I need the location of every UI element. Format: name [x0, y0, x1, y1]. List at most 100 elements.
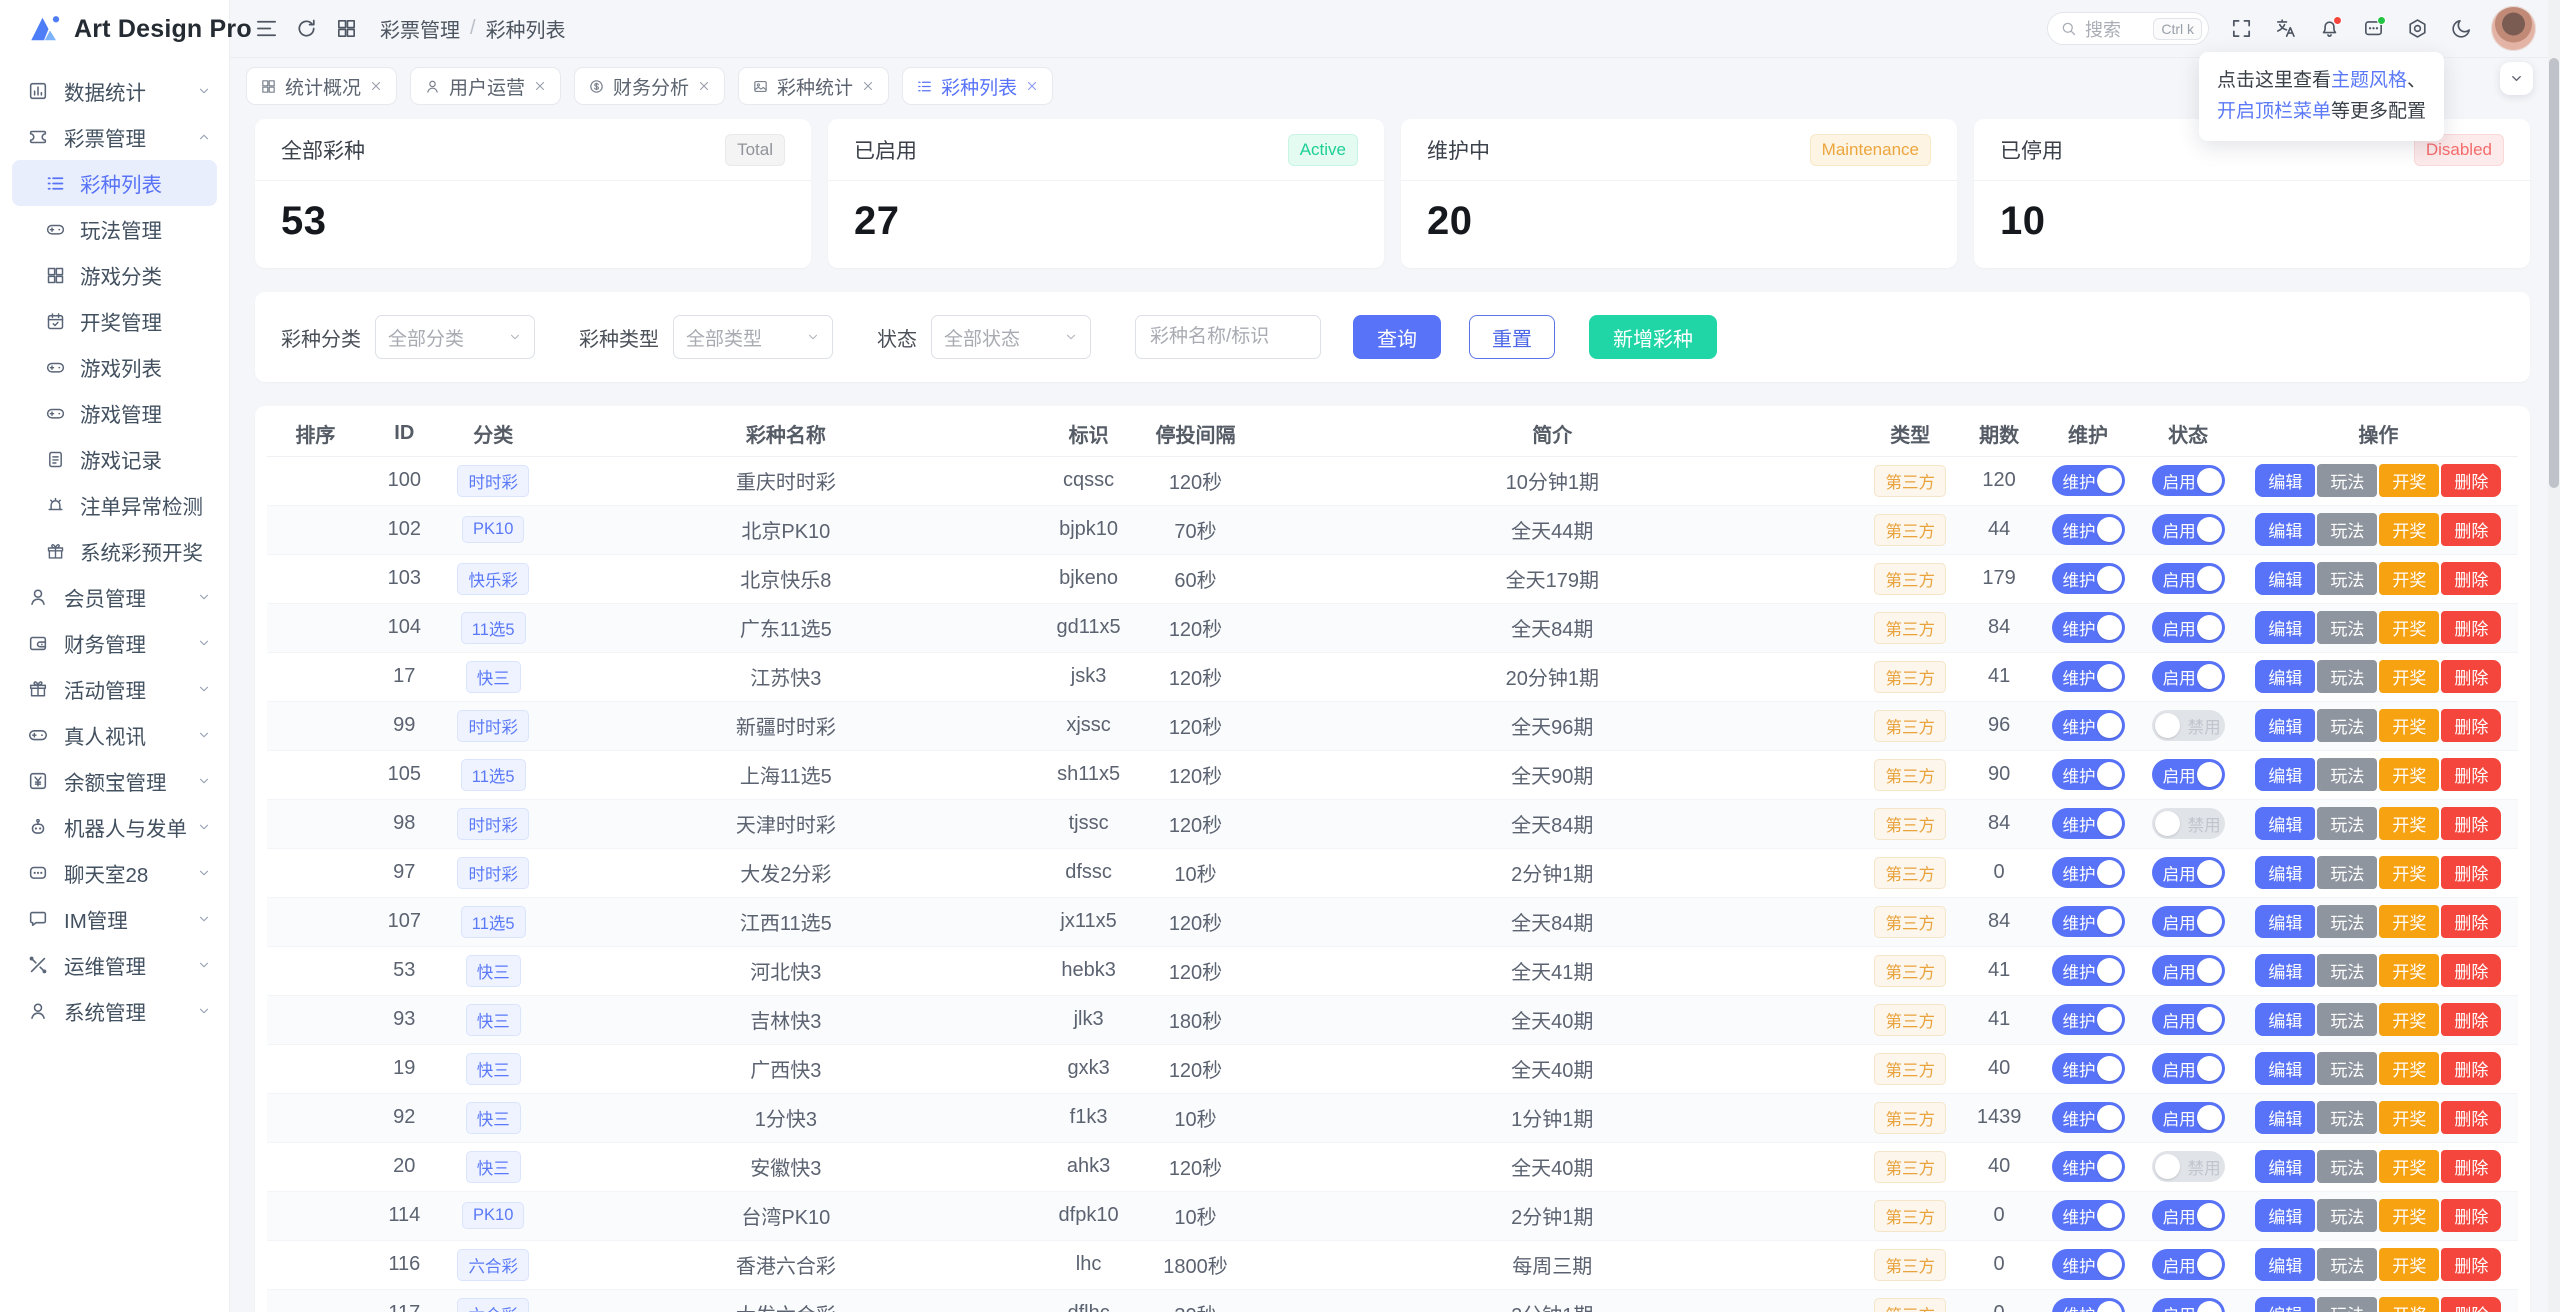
- sidebar-group-彩票管理[interactable]: 彩票管理: [0, 114, 229, 160]
- notification-bell-button[interactable]: [2307, 7, 2351, 51]
- draw-button[interactable]: 开奖: [2379, 709, 2439, 742]
- delete-button[interactable]: 删除: [2441, 1199, 2501, 1232]
- maintain-toggle[interactable]: 维护: [2052, 1200, 2125, 1231]
- maintain-toggle[interactable]: 维护: [2052, 857, 2125, 888]
- edit-button[interactable]: 编辑: [2255, 562, 2315, 595]
- delete-button[interactable]: 删除: [2441, 905, 2501, 938]
- sidebar-group-系统管理[interactable]: 系统管理: [0, 988, 229, 1034]
- user-avatar[interactable]: [2491, 6, 2536, 51]
- delete-button[interactable]: 删除: [2441, 1248, 2501, 1281]
- maintain-toggle[interactable]: 维护: [2052, 710, 2125, 741]
- status-toggle[interactable]: 启用: [2152, 857, 2225, 888]
- maintain-toggle[interactable]: 维护: [2052, 1053, 2125, 1084]
- draw-button[interactable]: 开奖: [2379, 758, 2439, 791]
- maintain-toggle[interactable]: 维护: [2052, 563, 2125, 594]
- sidebar-group-数据统计[interactable]: 数据统计: [0, 68, 229, 114]
- delete-button[interactable]: 删除: [2441, 954, 2501, 987]
- sidebar-group-机器人与发单[interactable]: 机器人与发单: [0, 804, 229, 850]
- edit-button[interactable]: 编辑: [2255, 1150, 2315, 1183]
- close-icon[interactable]: [533, 79, 547, 93]
- draw-button[interactable]: 开奖: [2379, 905, 2439, 938]
- tab-彩种统计[interactable]: 彩种统计: [738, 67, 889, 105]
- sort-cell[interactable]: [267, 603, 364, 652]
- play-rules-button[interactable]: 玩法: [2317, 660, 2377, 693]
- sidebar-group-运维管理[interactable]: 运维管理: [0, 942, 229, 988]
- draw-button[interactable]: 开奖: [2379, 513, 2439, 546]
- status-toggle[interactable]: 启用: [2152, 906, 2225, 937]
- maintain-toggle[interactable]: 维护: [2052, 1298, 2125, 1312]
- draw-button[interactable]: 开奖: [2379, 954, 2439, 987]
- maintain-toggle[interactable]: 维护: [2052, 612, 2125, 643]
- status-toggle[interactable]: 启用: [2152, 514, 2225, 545]
- sort-cell[interactable]: [267, 799, 364, 848]
- edit-button[interactable]: 编辑: [2255, 709, 2315, 742]
- tab-财务分析[interactable]: 财务分析: [574, 67, 725, 105]
- refresh-button[interactable]: [286, 9, 326, 49]
- sidebar-item-游戏管理[interactable]: 游戏管理: [12, 390, 217, 436]
- edit-button[interactable]: 编辑: [2255, 1052, 2315, 1085]
- status-toggle[interactable]: 启用: [2152, 1249, 2225, 1280]
- edit-button[interactable]: 编辑: [2255, 1199, 2315, 1232]
- page-scrollbar[interactable]: [2548, 0, 2560, 1312]
- delete-button[interactable]: 删除: [2441, 807, 2501, 840]
- draw-button[interactable]: 开奖: [2379, 1003, 2439, 1036]
- draw-button[interactable]: 开奖: [2379, 1150, 2439, 1183]
- breadcrumb-section[interactable]: 彩票管理: [380, 14, 460, 43]
- sidebar-group-真人视讯[interactable]: 真人视讯: [0, 712, 229, 758]
- sort-cell[interactable]: [267, 1191, 364, 1240]
- sidebar-item-注单异常检测[interactable]: 注单异常检测: [12, 482, 217, 528]
- add-lottery-button[interactable]: 新增彩种: [1589, 315, 1717, 359]
- close-icon[interactable]: [861, 79, 875, 93]
- apps-button[interactable]: [326, 9, 366, 49]
- draw-button[interactable]: 开奖: [2379, 464, 2439, 497]
- status-toggle[interactable]: 启用: [2152, 1200, 2225, 1231]
- reset-button[interactable]: 重置: [1469, 315, 1555, 359]
- global-search-input[interactable]: 搜索 Ctrl k: [2047, 12, 2209, 45]
- status-toggle[interactable]: 启用: [2152, 1102, 2225, 1133]
- maintain-toggle[interactable]: 维护: [2052, 1151, 2125, 1182]
- status-toggle[interactable]: 启用: [2152, 1053, 2225, 1084]
- edit-button[interactable]: 编辑: [2255, 1003, 2315, 1036]
- status-toggle[interactable]: 启用: [2152, 1298, 2225, 1312]
- delete-button[interactable]: 删除: [2441, 611, 2501, 644]
- maintain-toggle[interactable]: 维护: [2052, 661, 2125, 692]
- draw-button[interactable]: 开奖: [2379, 611, 2439, 644]
- play-rules-button[interactable]: 玩法: [2317, 856, 2377, 889]
- sidebar-item-玩法管理[interactable]: 玩法管理: [12, 206, 217, 252]
- play-rules-button[interactable]: 玩法: [2317, 1101, 2377, 1134]
- draw-button[interactable]: 开奖: [2379, 807, 2439, 840]
- status-toggle[interactable]: 启用: [2152, 612, 2225, 643]
- sort-cell[interactable]: [267, 652, 364, 701]
- draw-button[interactable]: 开奖: [2379, 660, 2439, 693]
- status-toggle[interactable]: 启用: [2152, 563, 2225, 594]
- maintain-toggle[interactable]: 维护: [2052, 808, 2125, 839]
- play-rules-button[interactable]: 玩法: [2317, 1150, 2377, 1183]
- sort-cell[interactable]: [267, 1240, 364, 1289]
- edit-button[interactable]: 编辑: [2255, 1248, 2315, 1281]
- play-rules-button[interactable]: 玩法: [2317, 1297, 2377, 1312]
- play-rules-button[interactable]: 玩法: [2317, 513, 2377, 546]
- play-rules-button[interactable]: 玩法: [2317, 954, 2377, 987]
- status-toggle[interactable]: 启用: [2152, 955, 2225, 986]
- message-button[interactable]: [2351, 7, 2395, 51]
- delete-button[interactable]: 删除: [2441, 660, 2501, 693]
- delete-button[interactable]: 删除: [2441, 758, 2501, 791]
- sort-cell[interactable]: [267, 897, 364, 946]
- play-rules-button[interactable]: 玩法: [2317, 905, 2377, 938]
- delete-button[interactable]: 删除: [2441, 1101, 2501, 1134]
- sort-cell[interactable]: [267, 1142, 364, 1191]
- maintain-toggle[interactable]: 维护: [2052, 514, 2125, 545]
- tab-彩种列表[interactable]: 彩种列表: [902, 67, 1053, 105]
- sidebar-item-彩种列表[interactable]: 彩种列表: [12, 160, 217, 206]
- delete-button[interactable]: 删除: [2441, 513, 2501, 546]
- draw-button[interactable]: 开奖: [2379, 1248, 2439, 1281]
- edit-button[interactable]: 编辑: [2255, 954, 2315, 987]
- maintain-toggle[interactable]: 维护: [2052, 1004, 2125, 1035]
- collapse-sidebar-button[interactable]: [246, 9, 286, 49]
- keyword-input[interactable]: [1135, 315, 1321, 359]
- fullscreen-button[interactable]: [2219, 7, 2263, 51]
- sidebar-item-游戏分类[interactable]: 游戏分类: [12, 252, 217, 298]
- edit-button[interactable]: 编辑: [2255, 513, 2315, 546]
- sort-cell[interactable]: [267, 995, 364, 1044]
- status-toggle[interactable]: 禁用: [2152, 808, 2225, 839]
